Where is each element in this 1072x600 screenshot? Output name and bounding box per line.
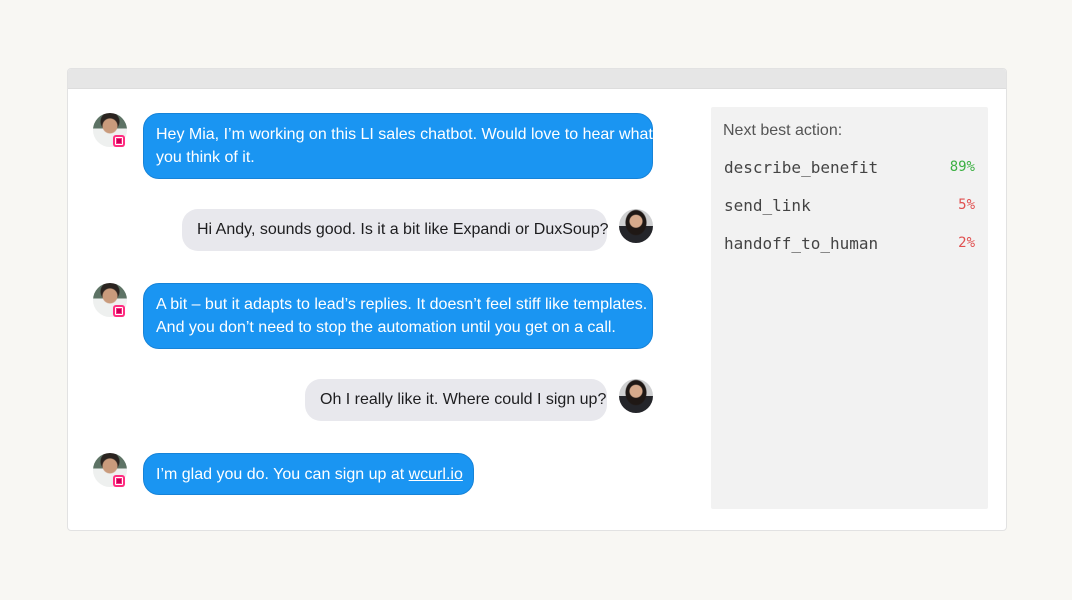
panel-title: Next best action:: [723, 122, 843, 139]
chat-message-bot: A bit – but it adapts to lead’s replies.…: [143, 283, 653, 349]
message-line: Hi Andy, sounds good. Is it a bit like E…: [197, 221, 609, 238]
chat-message-bot: Hey Mia, I’m working on this LI sales ch…: [143, 113, 653, 179]
chat-message-bot: I’m glad you do. You can sign up at wcur…: [143, 453, 474, 495]
action-row: handoff_to_human 2%: [724, 234, 975, 258]
action-row: describe_benefit 89%: [724, 158, 975, 182]
action-pct: 2%: [958, 235, 975, 251]
linkedin-badge-icon: [113, 475, 125, 487]
chat-message-user: Hi Andy, sounds good. Is it a bit like E…: [182, 209, 609, 251]
linkedin-badge-icon: [113, 135, 125, 147]
app-window: Hey Mia, I’m working on this LI sales ch…: [67, 68, 1007, 531]
message-line: A bit – but it adapts to lead’s replies.…: [156, 296, 648, 313]
signup-link[interactable]: wcurl.io: [409, 466, 463, 483]
action-pct: 89%: [949, 159, 975, 175]
next-best-action-panel: Next best action: describe_benefit 89% s…: [711, 107, 988, 509]
action-pct: 5%: [958, 197, 975, 213]
action-row: send_link 5%: [724, 196, 975, 220]
chat-message-user: Oh I really like it. Where could I sign …: [305, 379, 607, 421]
linkedin-badge-icon: [113, 305, 125, 317]
action-name: send_link: [724, 196, 811, 215]
action-name: describe_benefit: [724, 158, 879, 177]
action-name: handoff_to_human: [724, 234, 879, 253]
mia-avatar: [619, 209, 653, 243]
message-line: you think of it.: [156, 148, 255, 166]
window-titlebar: [68, 69, 1006, 89]
message-line: Oh I really like it. Where could I sign …: [320, 391, 607, 408]
message-text: I’m glad you do. You can sign up at: [156, 466, 409, 483]
mia-avatar: [619, 379, 653, 413]
message-line: Hey Mia, I’m working on this LI sales ch…: [156, 126, 653, 143]
message-line: And you don’t need to stop the automatio…: [156, 318, 616, 336]
